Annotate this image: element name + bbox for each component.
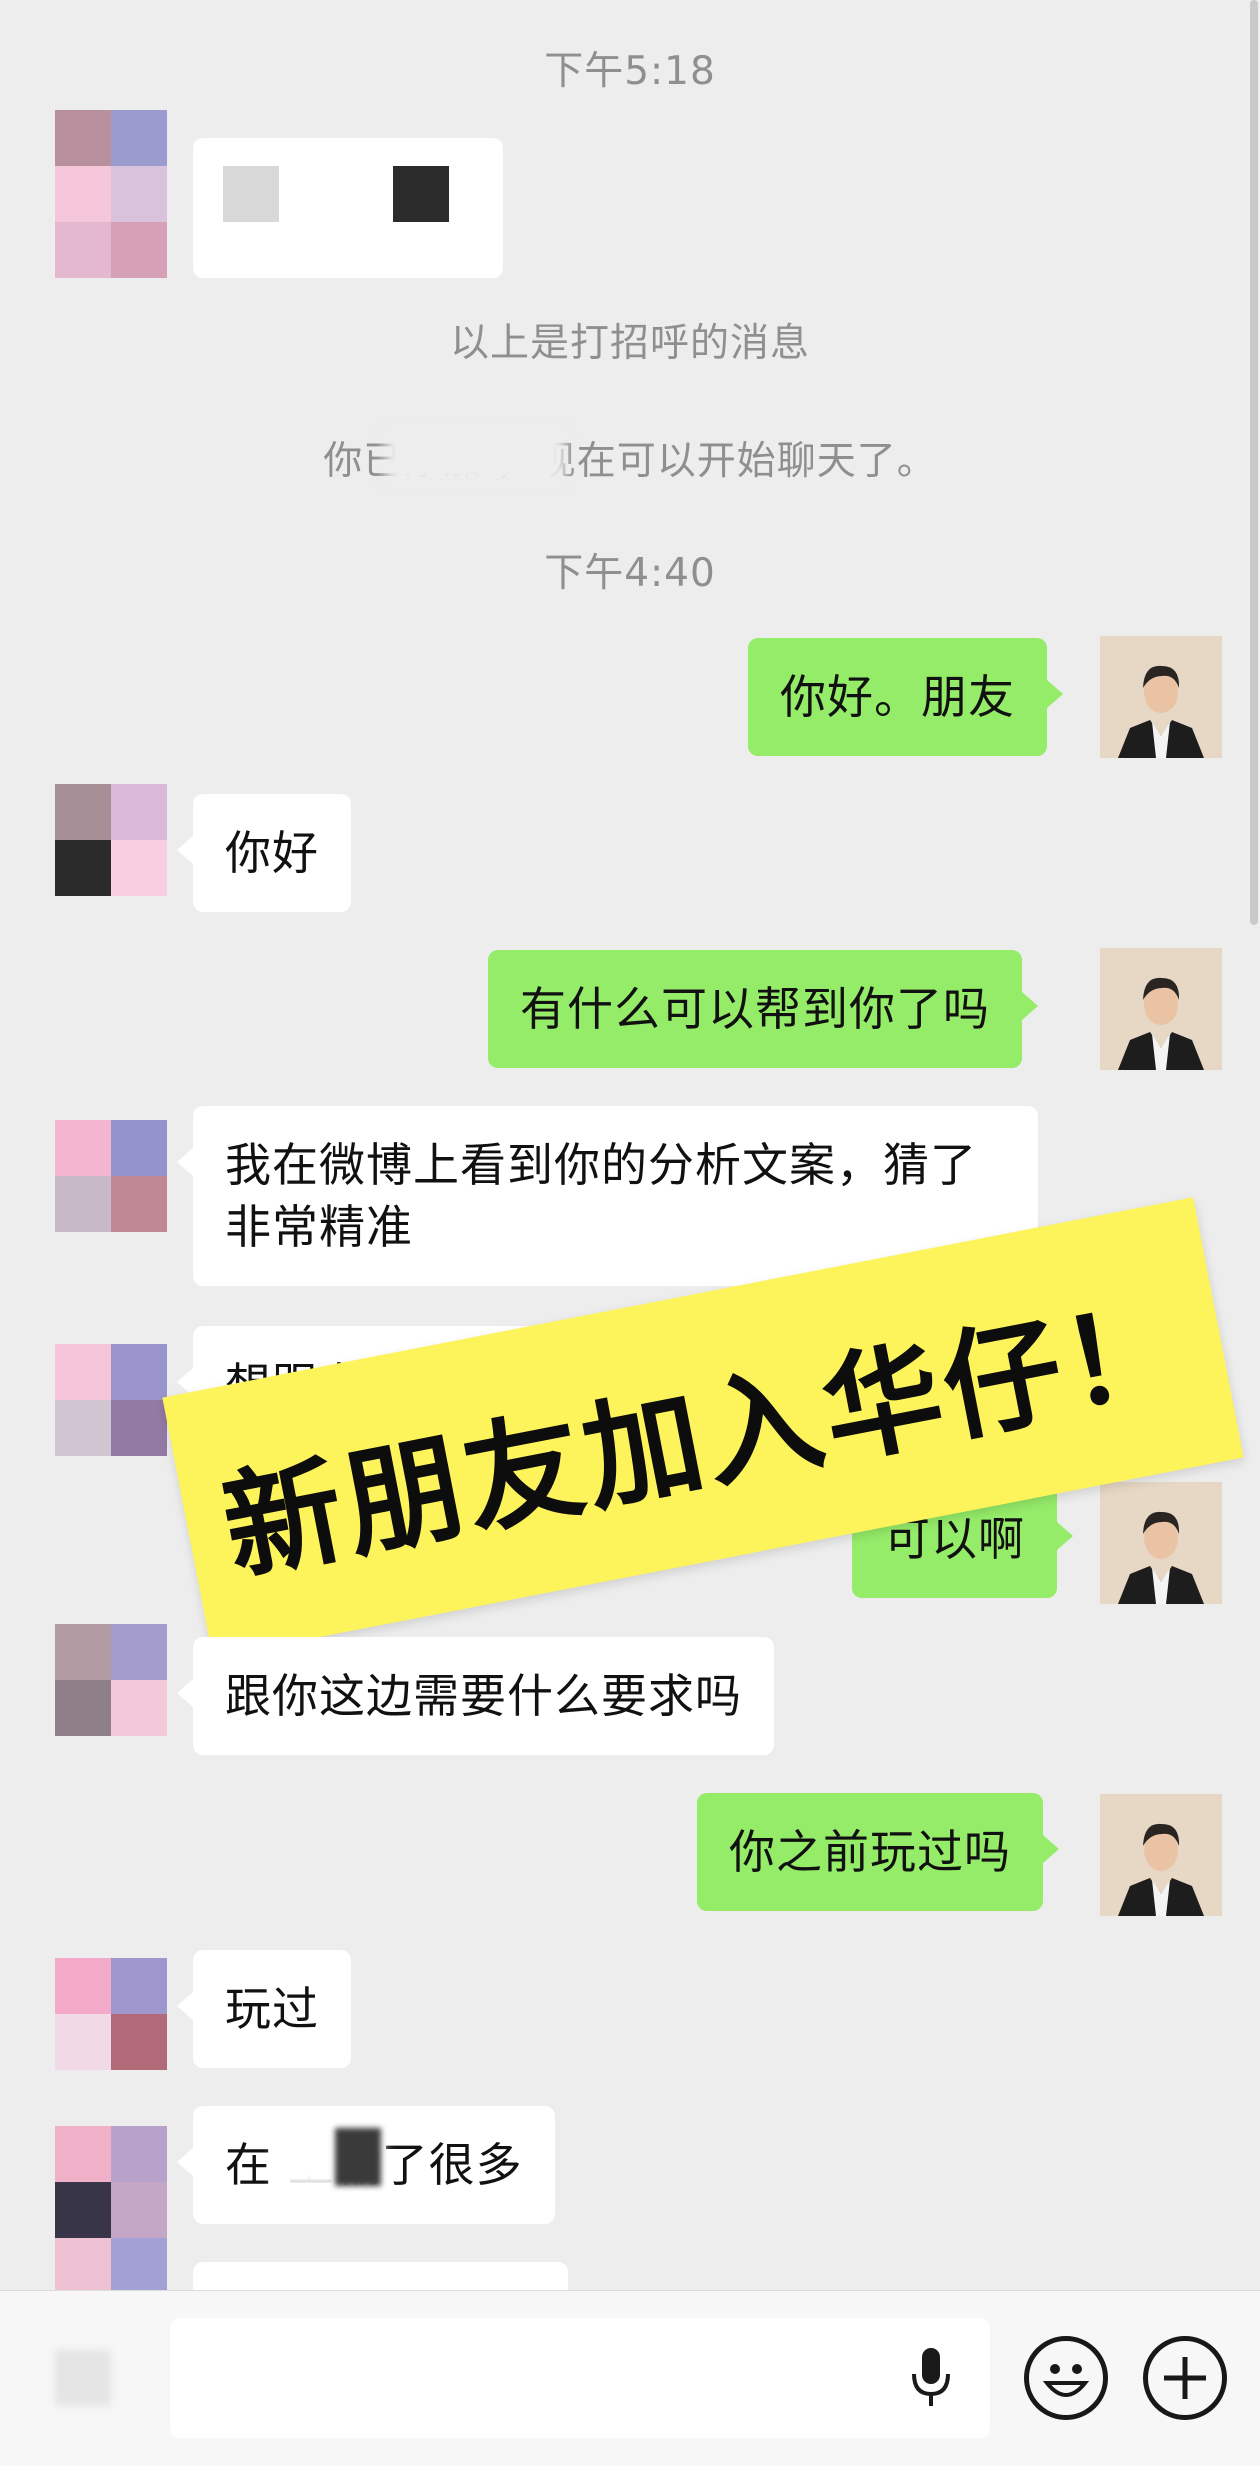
- message-bubble-incoming[interactable]: 玩过: [177, 1950, 351, 2068]
- message-bubble-incoming[interactable]: 跟你这边需要什么要求吗: [177, 1637, 774, 1755]
- timestamp: 下午4:40: [544, 551, 716, 596]
- redacted-name: [385, 428, 565, 484]
- contact-avatar[interactable]: [55, 1958, 167, 2070]
- contact-avatar[interactable]: [55, 1344, 167, 1456]
- message-input[interactable]: [170, 2318, 990, 2438]
- contact-avatar[interactable]: [55, 784, 167, 896]
- microphone-icon[interactable]: [908, 2346, 954, 2410]
- contact-avatar[interactable]: [55, 2126, 167, 2294]
- redacted-text: [335, 2128, 381, 2186]
- person-photo-icon: [1100, 948, 1222, 1070]
- timestamp: 下午5:18: [544, 49, 716, 94]
- contact-avatar[interactable]: [55, 1120, 167, 1232]
- message-bubble-outgoing[interactable]: 有什么可以帮到你了吗: [488, 950, 1038, 1068]
- blurred-greeting-bubble: [193, 138, 503, 278]
- person-photo-icon: [1100, 636, 1222, 758]
- my-avatar[interactable]: [1100, 948, 1222, 1070]
- person-photo-icon: [1100, 1794, 1222, 1916]
- message-bubble-incoming[interactable]: 你好: [177, 794, 351, 912]
- added-friend-notice: 你已添加 ，现在可以开始聊天了。: [323, 439, 937, 484]
- my-avatar[interactable]: [1100, 1794, 1222, 1916]
- smiley-icon[interactable]: [1024, 2336, 1108, 2420]
- blurred-content: [223, 166, 279, 222]
- message-bubble-outgoing[interactable]: 你好。朋友: [748, 638, 1063, 756]
- contact-avatar[interactable]: [55, 110, 167, 278]
- plus-icon[interactable]: [1143, 2336, 1227, 2420]
- my-avatar[interactable]: [1100, 636, 1222, 758]
- my-avatar[interactable]: [1100, 1482, 1222, 1604]
- blurred-content: [393, 166, 449, 222]
- keyboard-toggle-icon[interactable]: [55, 2350, 111, 2406]
- greeting-notice: 以上是打招呼的消息: [449, 321, 810, 366]
- person-photo-icon: [1100, 1482, 1222, 1604]
- contact-avatar[interactable]: [55, 1624, 167, 1736]
- message-bubble-outgoing[interactable]: 你之前玩过吗: [697, 1793, 1059, 1911]
